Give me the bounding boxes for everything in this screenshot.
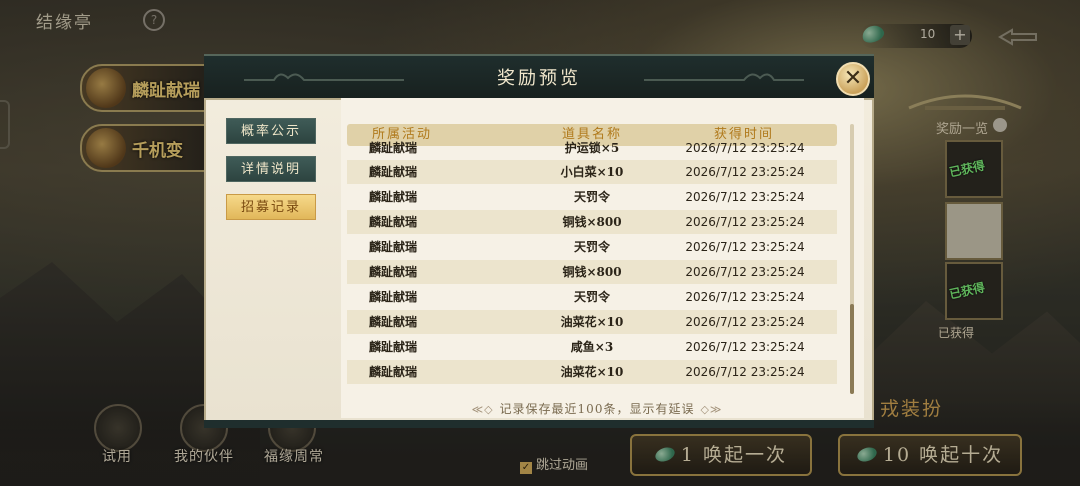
table-row: 麟趾献瑞 护运锁×5 2026/7/12 23:25:24 [347,136,837,160]
cell-item: 天罚令 [573,290,610,304]
table-row: 麟趾献瑞 小白菜×10 2026/7/12 23:25:24 [347,160,837,184]
tab-recruit-records[interactable]: 招募记录 [226,194,316,220]
cell-activity: 麟趾献瑞 [369,265,418,279]
cell-item: 油菜花×10 [560,365,624,379]
ornament-icon: ◇≫ [700,403,723,416]
cell-activity: 麟趾献瑞 [369,190,418,204]
cell-item: 护运锁×5 [564,141,620,155]
cell-time: 2026/7/12 23:25:24 [685,340,805,354]
records-table[interactable]: 所属活动 道具名称 获得时间 麟趾献瑞 护运锁×5 2026/7/12 23:2… [347,120,837,400]
cell-item: 天罚令 [573,240,610,254]
cell-item: 油菜花×10 [560,315,624,329]
table-row: 麟趾献瑞 天罚令 2026/7/12 23:25:24 [347,285,837,309]
cell-activity: 麟趾献瑞 [369,340,418,354]
cell-time: 2026/7/12 23:25:24 [685,265,805,279]
footnote-text: 记录保存最近100条，显示有延误 [499,402,695,416]
cell-activity: 麟趾献瑞 [369,365,418,379]
table-row: 麟趾献瑞 铜钱×800 2026/7/12 23:25:24 [347,260,837,284]
table-row: 麟趾献瑞 铜钱×800 2026/7/12 23:25:24 [347,210,837,234]
dialog-bottom-frame [204,420,874,428]
cell-item: 铜钱×800 [562,265,622,279]
table-row: 麟趾献瑞 油菜花×10 2026/7/12 23:25:24 [347,360,837,384]
table-row: 麟趾献瑞 天罚令 2026/7/12 23:25:24 [347,235,837,259]
cell-activity: 麟趾献瑞 [369,165,418,179]
cell-item: 小白菜×10 [560,165,624,179]
records-footnote: ≪◇ 记录保存最近100条，显示有延误 ◇≫ [347,400,847,417]
dialog-title: 奖励预览 [497,68,581,89]
table-row: 麟趾献瑞 天罚令 2026/7/12 23:25:24 [347,185,837,209]
table-row: 麟趾献瑞 咸鱼×3 2026/7/12 23:25:24 [347,335,837,359]
cell-time: 2026/7/12 23:25:24 [685,315,805,329]
cell-activity: 麟趾献瑞 [369,240,418,254]
cell-activity: 麟趾献瑞 [369,141,418,155]
cell-time: 2026/7/12 23:25:24 [685,240,805,254]
cell-time: 2026/7/12 23:25:24 [685,190,805,204]
cell-activity: 麟趾献瑞 [369,215,418,229]
cell-activity: 麟趾献瑞 [369,315,418,329]
tab-details[interactable]: 详情说明 [226,156,316,182]
cell-time: 2026/7/12 23:25:24 [685,290,805,304]
close-button[interactable]: ✕ [836,62,870,96]
cell-item: 铜钱×800 [562,215,622,229]
tab-probability[interactable]: 概率公示 [226,118,316,144]
reward-preview-dialog: 奖励预览 ✕ 概率公示 详情说明 招募记录 所属活动 道具名称 获得时间 麟趾献… [204,54,874,428]
scrollbar-thumb[interactable] [850,304,854,394]
cell-time: 2026/7/12 23:25:24 [685,165,805,179]
cell-time: 2026/7/12 23:25:24 [685,365,805,379]
cell-item: 咸鱼×3 [570,340,614,354]
cell-activity: 麟趾献瑞 [369,290,418,304]
table-row: 麟趾献瑞 油菜花×10 2026/7/12 23:25:24 [347,310,837,334]
ornament-icon: ≪◇ [471,403,494,416]
cell-item: 天罚令 [573,190,610,204]
cell-time: 2026/7/12 23:25:24 [685,141,805,155]
cell-time: 2026/7/12 23:25:24 [685,215,805,229]
dialog-header: 奖励预览 ✕ [204,54,874,100]
